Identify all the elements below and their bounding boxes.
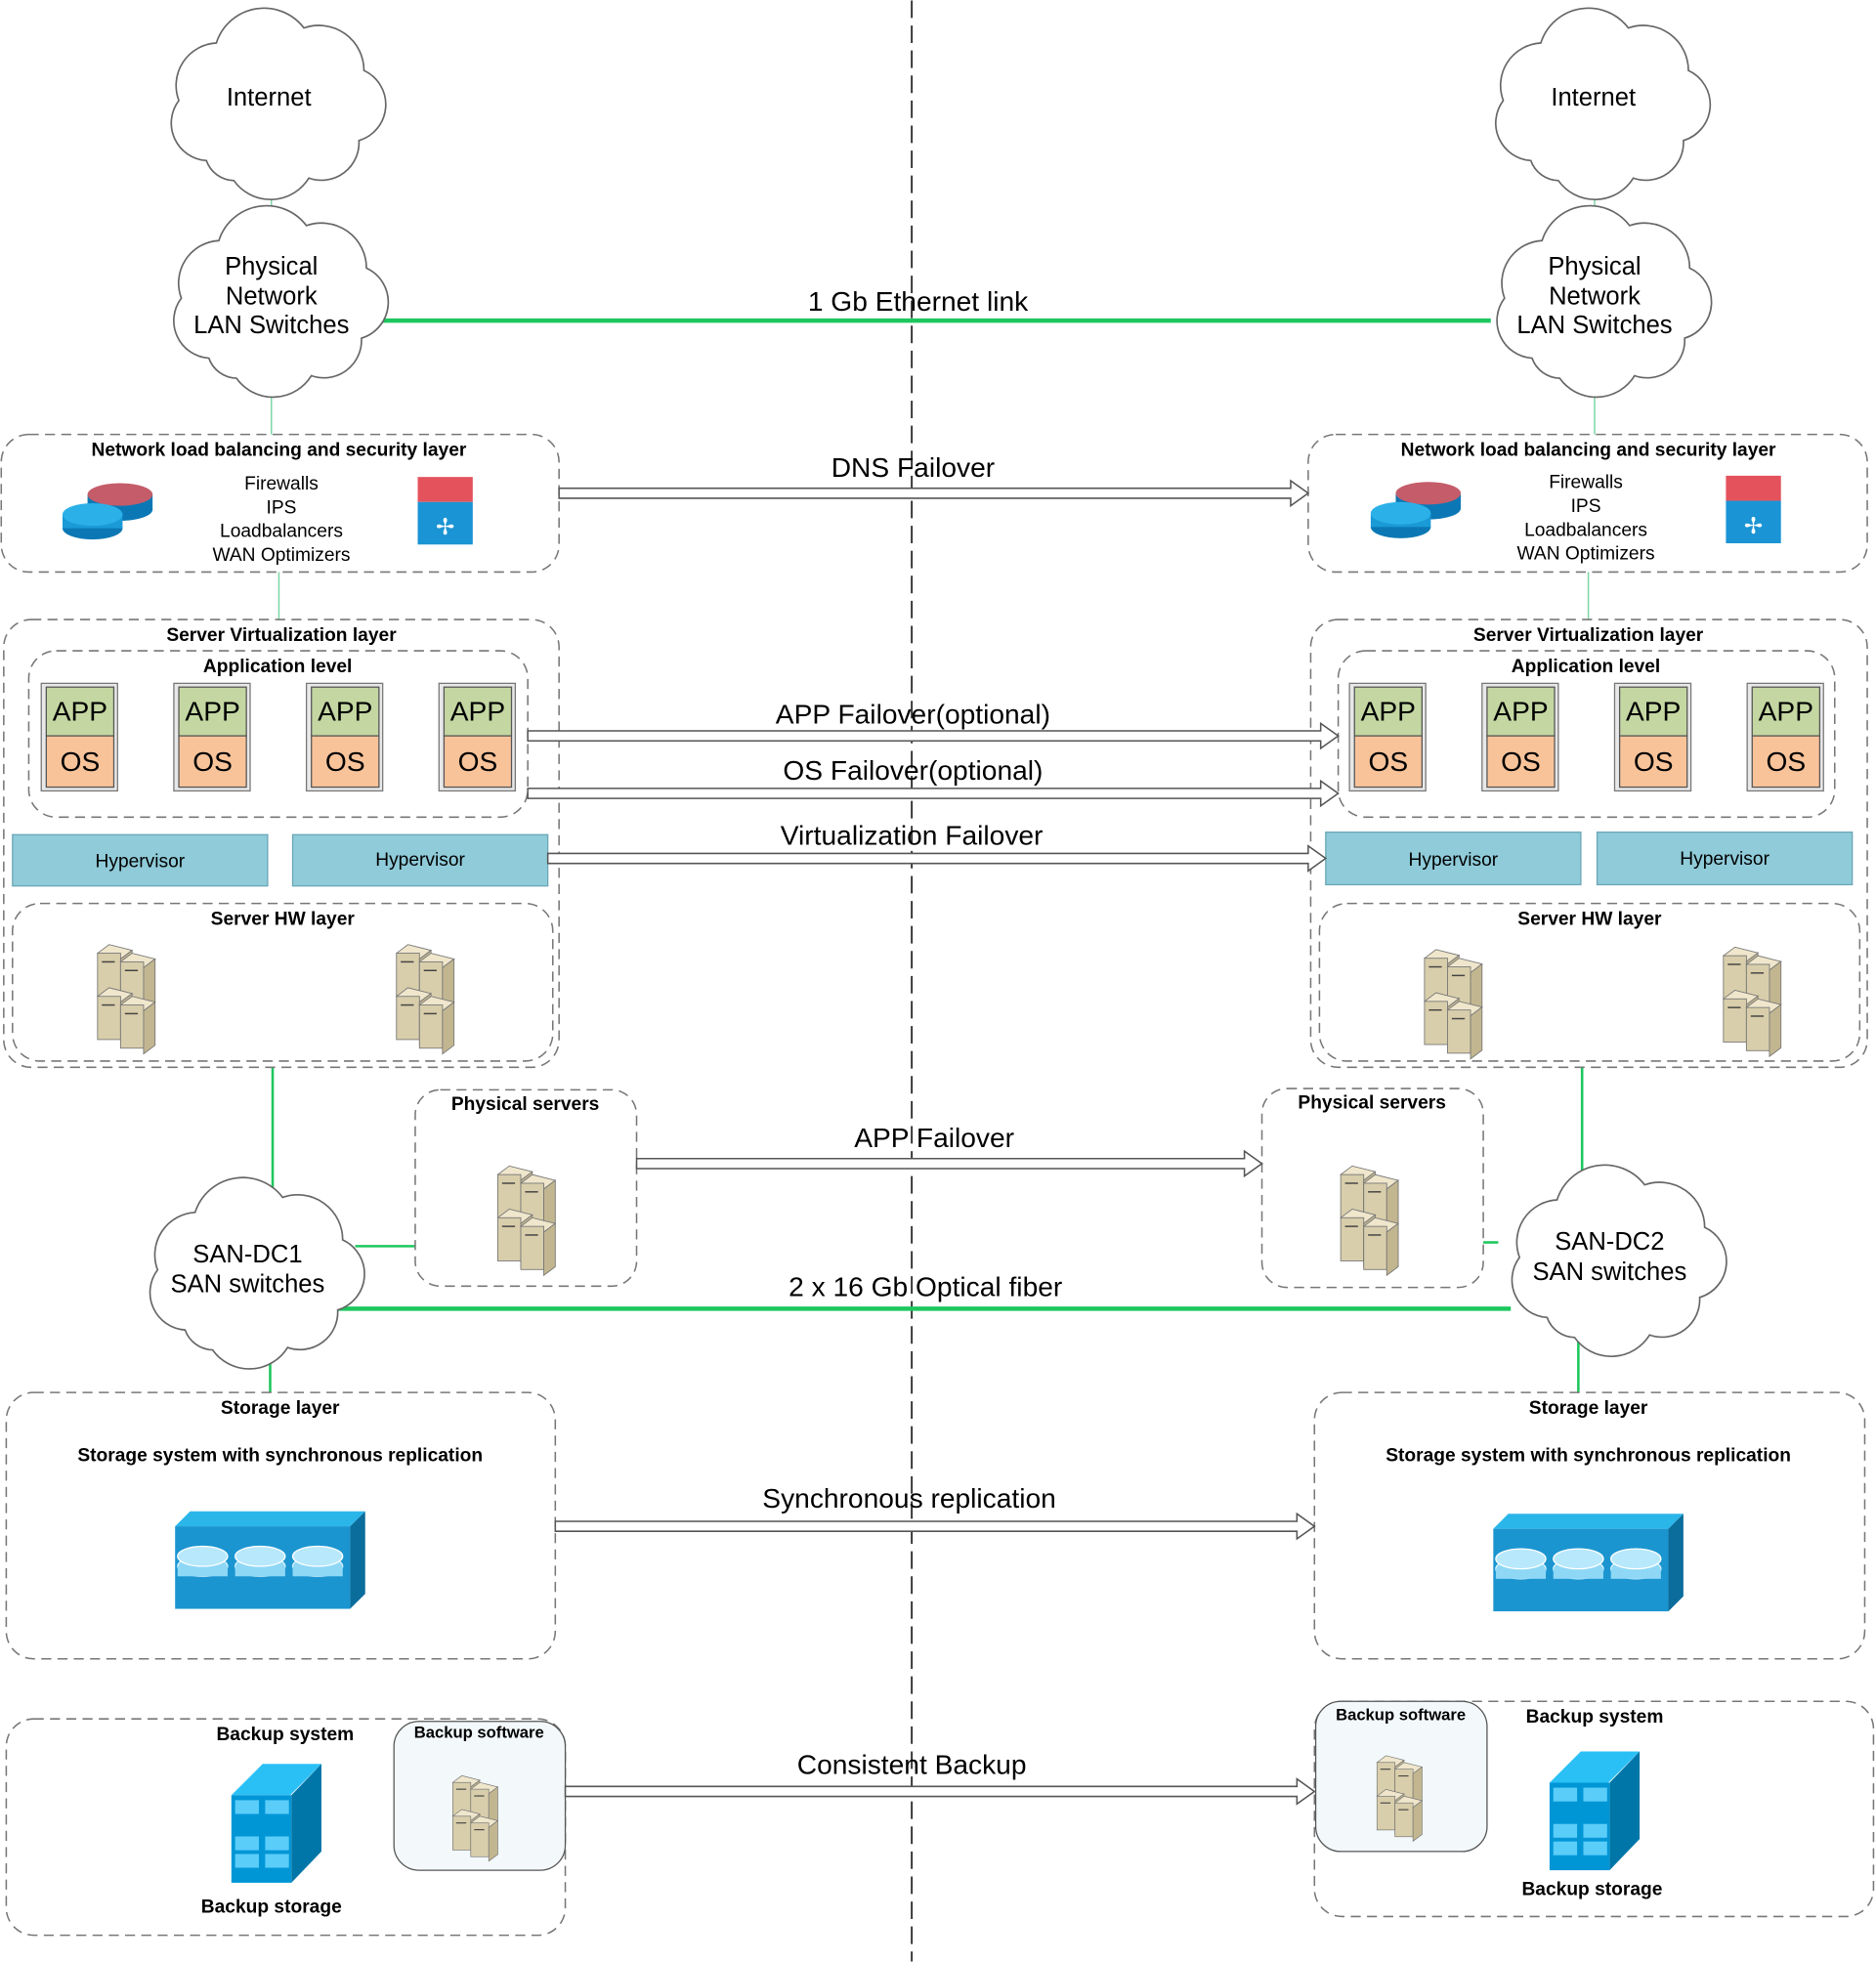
svg-text:✢: ✢ [1744, 513, 1763, 538]
svg-text:Hypervisor: Hypervisor [375, 850, 465, 871]
os-label: OS [1368, 746, 1408, 777]
virtualization-failover-label: Virtualization Failover [781, 820, 1044, 850]
app-label: APP [450, 697, 505, 727]
app-label: APP [53, 697, 107, 727]
svg-text:FirewallsIPSLoadbalancersWAN O: Firewalls IPS Loadbalancers WAN Optimizers [1517, 473, 1655, 565]
svg-text:Hypervisor: Hypervisor [96, 852, 186, 873]
dns-failover-arrow [558, 479, 1310, 508]
firewall-icon: ✢ [417, 477, 473, 545]
app-failover-label: APP Failover [854, 1123, 1014, 1153]
svg-text:Network load balancing and sec: Network load balancing and security laye… [92, 440, 467, 460]
svg-text:Backup software: Backup software [414, 1723, 544, 1741]
svg-text:Backup system: Backup system [216, 1725, 354, 1745]
server-icon [451, 1774, 499, 1862]
app-label: APP [1493, 697, 1548, 727]
app-label: APP [1361, 697, 1416, 727]
dns-failover-label: DNS Failover [831, 452, 995, 483]
svg-text:✢: ✢ [436, 514, 454, 539]
server-icon [1423, 949, 1483, 1060]
svg-text:Server Virtualization layer: Server Virtualization layer [166, 625, 397, 646]
os-label: OS [325, 746, 365, 777]
os-label: OS [61, 746, 101, 777]
firewall-icon: ✢ [1726, 475, 1781, 543]
svg-text:Server Virtualization layer: Server Virtualization layer [1473, 625, 1704, 646]
app-label: APP [1626, 697, 1681, 727]
svg-text:Physical servers: Physical servers [1298, 1093, 1446, 1114]
svg-text:Network load balancing and sec: Network load balancing and security laye… [1401, 440, 1776, 460]
svg-text:Hypervisor: Hypervisor [1680, 849, 1769, 870]
vm-stack: APP OS [1481, 682, 1559, 792]
os-label: OS [1634, 746, 1674, 777]
svg-text:Server HW layer: Server HW layer [211, 909, 356, 929]
consistent-backup-label: Consistent Backup [797, 1750, 1027, 1780]
svg-text:Physical servers: Physical servers [451, 1094, 600, 1115]
svg-text:Backup storage: Backup storage [1521, 1880, 1662, 1900]
svg-text:Storage system with synchronou: Storage system with synchronous replicat… [1386, 1446, 1791, 1467]
san-cloud-right: SAN-DC2 SAN switches [1511, 1164, 1727, 1358]
ethernet-link-label: 1 Gb Ethernet link [808, 286, 1029, 317]
server-icon [1376, 1755, 1424, 1843]
lan-switches-cloud-right: Physical Network LAN Switches [1496, 204, 1713, 399]
server-icon [1340, 1165, 1400, 1277]
os-label: OS [192, 746, 233, 777]
vm-stack: APP OS [173, 682, 251, 792]
svg-text:Storage system with synchronou: Storage system with synchronous replicat… [77, 1446, 483, 1467]
svg-text:Storage layer: Storage layer [221, 1398, 340, 1419]
dr-topology-diagram: 1 Gb Ethernet link 2 x 16 Gb Optical fib… [0, 0, 1875, 1962]
storage-array-icon [1493, 1514, 1684, 1612]
svg-text:Storage layer: Storage layer [1529, 1398, 1648, 1419]
app-failover-optional-label: APP Failover(optional) [776, 699, 1050, 729]
svg-text:FirewallsIPSLoadbalancersWAN O: Firewalls IPS Loadbalancers WAN Optimizers [212, 474, 350, 566]
server-icon [395, 944, 455, 1055]
san-cloud-left: SAN-DC1 SAN switches [149, 1176, 365, 1370]
router-icon [1370, 482, 1462, 538]
svg-text:Backup storage: Backup storage [201, 1898, 342, 1918]
server-icon [496, 1165, 557, 1277]
os-label: OS [1501, 746, 1541, 777]
svg-text:Backup software: Backup software [1336, 1705, 1466, 1724]
backup-storage-icon [1549, 1751, 1641, 1871]
svg-text:Application level: Application level [203, 657, 352, 677]
lan-switches-cloud-left: Physical Network LAN Switches [173, 204, 390, 399]
svg-text:Internet: Internet [1551, 84, 1636, 111]
internet-cloud-left: Internet [170, 7, 387, 201]
vm-stack: APP OS [305, 682, 384, 792]
app-label: APP [185, 697, 239, 727]
app-label: APP [318, 697, 372, 727]
consistent-backup-arrow [564, 1777, 1316, 1806]
svg-text:Hypervisor: Hypervisor [1409, 850, 1499, 871]
vm-stack: APP OS [40, 682, 118, 792]
svg-text:Server HW layer: Server HW layer [1517, 909, 1662, 929]
app-label: APP [1759, 697, 1813, 727]
sync-replication-label: Synchronous replication [762, 1483, 1056, 1514]
vm-stack: APP OS [1746, 682, 1824, 792]
svg-text:Application level: Application level [1512, 657, 1660, 677]
fiber-link-label: 2 x 16 Gb Optical fiber [789, 1272, 1062, 1302]
router-icon [63, 483, 153, 540]
app-failover-arrow [635, 1149, 1263, 1178]
vm-stack: APP OS [1613, 682, 1692, 792]
vm-stack: APP OS [1348, 682, 1427, 792]
sync-replication-arrow [554, 1512, 1316, 1541]
os-label: OS [1766, 746, 1806, 777]
vm-stack: APP OS [438, 682, 516, 792]
os-label: OS [458, 746, 498, 777]
nlb-layer-left: Network load balancing and security laye… [0, 433, 560, 574]
server-icon [96, 944, 156, 1055]
storage-array-icon [175, 1511, 365, 1609]
backup-storage-icon [231, 1764, 321, 1883]
svg-text:Backup system: Backup system [1526, 1707, 1664, 1727]
os-failover-optional-label: OS Failover(optional) [783, 755, 1043, 786]
nlb-layer-right: Network load balancing and security laye… [1307, 433, 1868, 574]
server-icon [1722, 946, 1782, 1058]
svg-text:Internet: Internet [227, 84, 312, 111]
internet-cloud-right: Internet [1494, 7, 1712, 201]
